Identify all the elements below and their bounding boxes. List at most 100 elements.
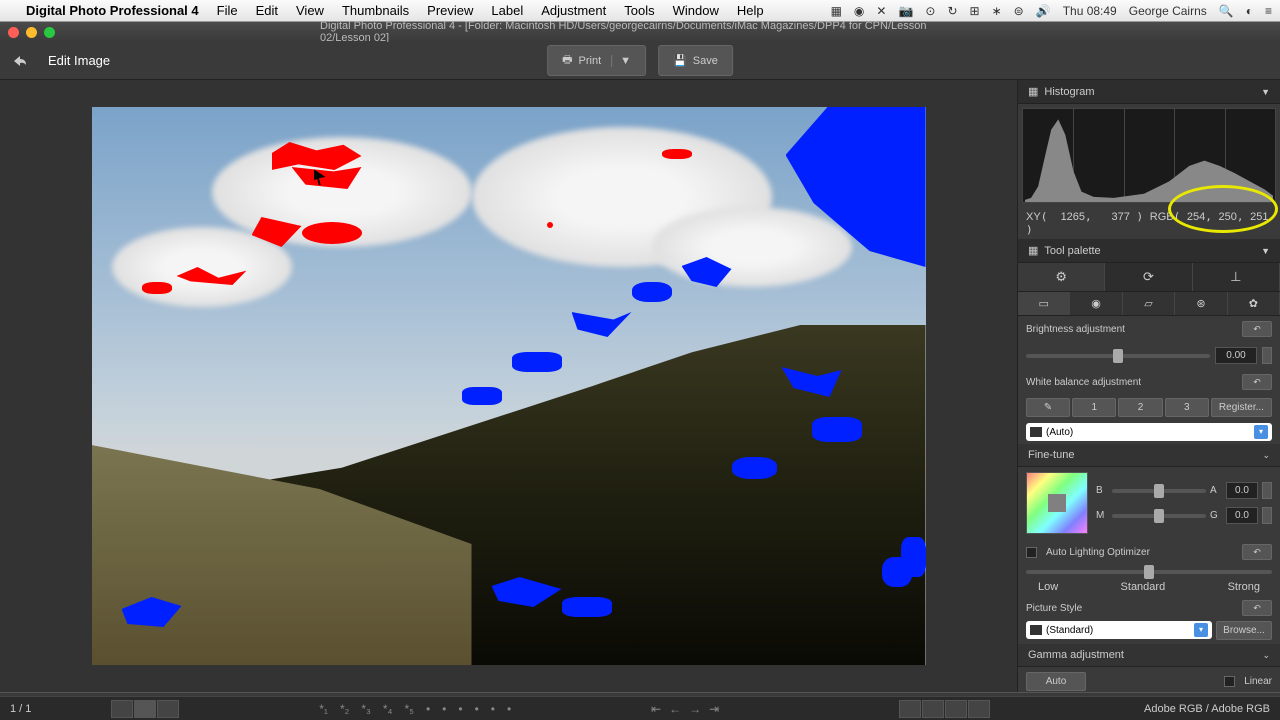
nav-next[interactable]: → [689, 702, 701, 716]
finetune-a-value[interactable]: 0.0 [1226, 482, 1258, 499]
status-icon[interactable]: ⊙ [925, 4, 935, 18]
nav-first[interactable]: ⇤ [651, 702, 661, 716]
view-split[interactable] [157, 700, 179, 718]
subtab-tone[interactable]: ▱ [1123, 292, 1175, 315]
clock[interactable]: Thu 08:49 [1063, 4, 1117, 18]
status-icon[interactable]: ▦ [831, 4, 842, 18]
notification-icon[interactable]: ≡ [1265, 4, 1272, 18]
view-grid[interactable] [111, 700, 133, 718]
wb-eyedropper[interactable]: ✎ [1026, 398, 1070, 417]
menu-help[interactable]: Help [737, 3, 764, 18]
subtab-color[interactable]: ⊛ [1175, 292, 1227, 315]
rating-dot[interactable]: • [491, 702, 495, 716]
status-icon[interactable]: ◐ [1246, 4, 1253, 18]
tab-adjust[interactable]: ⚙ [1018, 263, 1105, 291]
menu-view[interactable]: View [296, 3, 324, 18]
tab-stamp[interactable]: ⊥ [1193, 263, 1280, 291]
app-name[interactable]: Digital Photo Professional 4 [26, 3, 199, 18]
finetune-b-slider[interactable] [1112, 489, 1206, 493]
chevron-down-icon[interactable]: ⌄ [1262, 450, 1270, 461]
bluetooth-icon[interactable]: ∗ [992, 4, 1002, 18]
tool-palette-header[interactable]: ▦ Tool palette ▼ [1018, 239, 1280, 263]
brightness-stepper[interactable] [1262, 347, 1272, 364]
thumb-view-3[interactable] [945, 700, 967, 718]
brightness-value[interactable]: 0.00 [1215, 347, 1257, 364]
menu-edit[interactable]: Edit [256, 3, 278, 18]
finetune-header[interactable]: Fine-tune ⌄ [1018, 444, 1280, 467]
camera-icon[interactable]: 📷 [898, 4, 913, 18]
user-name[interactable]: George Cairns [1129, 4, 1207, 18]
rating-dot[interactable]: • [507, 702, 511, 716]
ps-dropdown[interactable]: (Standard) ▾ [1026, 621, 1212, 639]
image-canvas[interactable] [0, 80, 1017, 692]
subtab-basic[interactable]: ▭ [1018, 292, 1070, 315]
status-icon[interactable]: ◉ [854, 4, 864, 18]
print-button[interactable]: 🖶 Print ▼ [547, 45, 646, 76]
nav-prev[interactable]: ← [669, 702, 681, 716]
wifi-icon[interactable]: ⊜ [1014, 4, 1024, 18]
volume-icon[interactable]: 🔊 [1036, 4, 1051, 18]
wb-reset[interactable]: ↶ [1242, 374, 1272, 390]
chevron-down-icon[interactable]: ▼ [1261, 246, 1270, 256]
rating-dot[interactable]: • [458, 702, 462, 716]
status-icon[interactable]: ⊞ [970, 4, 980, 18]
status-icon[interactable]: ✕ [876, 4, 886, 18]
status-icon[interactable]: ↻ [947, 4, 957, 18]
menu-file[interactable]: File [217, 3, 238, 18]
menu-adjustment[interactable]: Adjustment [541, 3, 606, 18]
subtab-settings[interactable]: ✿ [1228, 292, 1280, 315]
spotlight-icon[interactable]: 🔍 [1219, 4, 1234, 18]
maximize-button[interactable] [44, 27, 55, 38]
chevron-down-icon[interactable]: ▾ [1254, 425, 1268, 439]
menu-tools[interactable]: Tools [624, 3, 654, 18]
rating-1[interactable]: *₁ [319, 702, 328, 716]
alo-slider[interactable] [1026, 570, 1272, 574]
histogram-header[interactable]: ▦ Histogram ▼ [1018, 80, 1280, 104]
brightness-slider[interactable] [1026, 354, 1210, 358]
menu-thumbnails[interactable]: Thumbnails [342, 3, 409, 18]
undo-icon[interactable] [10, 51, 30, 71]
finetune-g-stepper[interactable] [1262, 507, 1272, 524]
rating-dot[interactable]: • [426, 702, 430, 716]
gamma-linear-checkbox[interactable] [1224, 676, 1235, 687]
rating-5[interactable]: *₅ [404, 702, 414, 716]
gamma-auto[interactable]: Auto [1026, 672, 1086, 691]
alo-reset[interactable]: ↶ [1242, 544, 1272, 560]
subtab-detail[interactable]: ◉ [1070, 292, 1122, 315]
chevron-down-icon[interactable]: ▾ [1194, 623, 1208, 637]
thumb-view-4[interactable] [968, 700, 990, 718]
view-single[interactable] [134, 700, 156, 718]
rating-dot[interactable]: • [475, 702, 479, 716]
close-button[interactable] [8, 27, 19, 38]
thumb-view-2[interactable] [922, 700, 944, 718]
menu-label[interactable]: Label [491, 3, 523, 18]
menu-preview[interactable]: Preview [427, 3, 473, 18]
wb-register[interactable]: Register... [1211, 398, 1272, 417]
wb-preset-3[interactable]: 3 [1165, 398, 1209, 417]
wb-preset-1[interactable]: 1 [1072, 398, 1116, 417]
ps-reset[interactable]: ↶ [1242, 600, 1272, 616]
brightness-reset[interactable]: ↶ [1242, 321, 1272, 337]
finetune-color-picker[interactable] [1026, 472, 1088, 534]
chevron-down-icon[interactable]: ▼ [1261, 87, 1270, 97]
finetune-m-slider[interactable] [1112, 514, 1206, 518]
chevron-down-icon[interactable]: ▼ [611, 55, 631, 67]
chevron-down-icon[interactable]: ⌄ [1262, 650, 1270, 661]
alo-checkbox[interactable] [1026, 547, 1037, 558]
rating-4[interactable]: *₄ [383, 702, 393, 716]
rating-3[interactable]: *₃ [361, 702, 371, 716]
finetune-a-stepper[interactable] [1262, 482, 1272, 499]
thumb-view-1[interactable] [899, 700, 921, 718]
save-button[interactable]: 💾 Save [658, 45, 733, 76]
tab-crop[interactable]: ⟳ [1105, 263, 1192, 291]
rating-dot[interactable]: • [442, 702, 446, 716]
wb-preset-2[interactable]: 2 [1118, 398, 1162, 417]
nav-last[interactable]: ⇥ [709, 702, 719, 716]
gamma-header[interactable]: Gamma adjustment ⌄ [1018, 644, 1280, 667]
finetune-g-value[interactable]: 0.0 [1226, 507, 1258, 524]
menu-window[interactable]: Window [673, 3, 719, 18]
ps-browse[interactable]: Browse... [1216, 621, 1272, 640]
rating-2[interactable]: *₂ [340, 702, 349, 716]
wb-dropdown[interactable]: (Auto) ▾ [1026, 423, 1272, 441]
minimize-button[interactable] [26, 27, 37, 38]
